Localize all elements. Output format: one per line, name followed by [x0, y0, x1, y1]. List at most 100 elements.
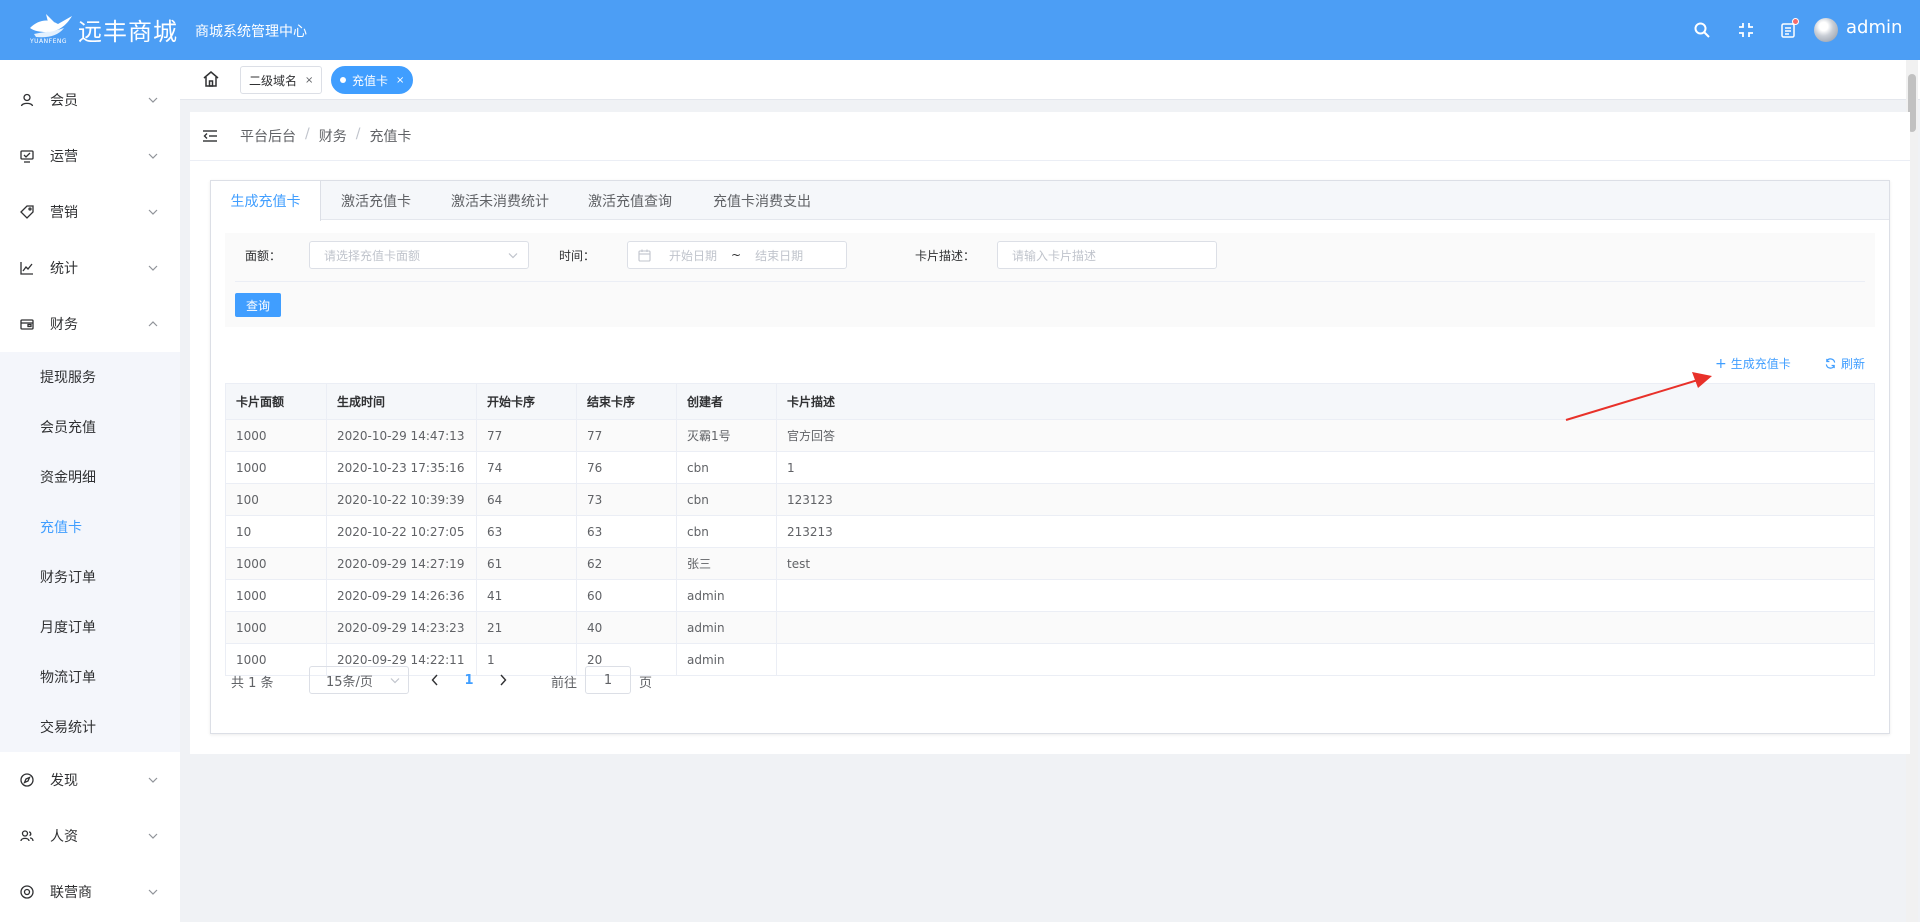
next-page-button[interactable] [489, 666, 517, 694]
table-cell: cbn [677, 484, 777, 515]
sidebar-item-statistics[interactable]: 统计 [0, 240, 180, 296]
date-range-picker[interactable]: 开始日期 ~ 结束日期 [627, 241, 847, 269]
sidebar-item-label: 会员 [50, 93, 78, 109]
table-row[interactable]: 1000 2020-09-29 14:26:36 41 60 admin [226, 580, 1874, 612]
table-cell: 1000 [226, 580, 327, 611]
end-date-placeholder[interactable]: 结束日期 [755, 247, 803, 264]
table-cell: admin [677, 612, 777, 643]
description-input[interactable]: 请输入卡片描述 [997, 241, 1217, 269]
sidebar-subitem-finance-order[interactable]: 财务订单 [0, 552, 180, 602]
table-cell: test [787, 556, 811, 571]
goto-prefix: 前往 [551, 676, 578, 691]
username[interactable]: admin [1846, 17, 1902, 38]
chevron-down-icon [148, 889, 158, 895]
home-icon[interactable] [202, 70, 220, 88]
sidebar-subitem-withdraw[interactable]: 提现服务 [0, 352, 180, 402]
sidebar-toggle-icon[interactable] [202, 128, 218, 144]
sidebar-subitem-label: 会员充值 [40, 420, 96, 436]
chevron-left-icon [431, 674, 438, 686]
sidebar-item-marketing[interactable]: 营销 [0, 184, 180, 240]
prev-page-button[interactable] [421, 666, 449, 694]
table-cell: 63 [577, 516, 677, 547]
chevron-down-icon [148, 833, 158, 839]
table-row[interactable]: 10 2020-10-22 10:27:05 63 63 cbn 213213 [226, 516, 1874, 548]
sidebar-subitem-recharge-card[interactable]: 充值卡 [0, 502, 180, 552]
fullscreen-icon[interactable] [1736, 20, 1756, 40]
sidebar-subitem-fund-detail[interactable]: 资金明细 [0, 452, 180, 502]
table-cell: 64 [477, 484, 577, 515]
table-cell: 10 [226, 516, 327, 547]
chevron-down-icon [148, 777, 158, 783]
annotation-arrow-icon [1565, 372, 1712, 421]
calendar-icon [638, 249, 651, 262]
tab-generate-card[interactable]: 生成充值卡 [211, 181, 321, 221]
page-size-select[interactable]: 15条/页 [309, 666, 409, 694]
table-cell: 2020-09-29 14:27:19 [327, 548, 477, 579]
tag-label: 充值卡 [352, 73, 389, 88]
page-number[interactable]: 1 [455, 666, 483, 694]
refresh-button[interactable]: 刷新 [1825, 355, 1865, 372]
table-row[interactable]: 100 2020-10-22 10:39:39 64 73 cbn 123123 [226, 484, 1874, 516]
sidebar-item-label: 统计 [50, 261, 78, 277]
table-cell [777, 612, 1874, 643]
tags-view-bar: 二级域名 × 充值卡 × [180, 60, 1920, 100]
chevron-down-icon [390, 678, 400, 684]
column-header: 开始卡序 [477, 384, 577, 419]
partner-icon [20, 885, 34, 899]
column-header: 卡片面额 [226, 384, 327, 419]
sidebar-item-hr[interactable]: 人资 [0, 808, 180, 864]
sidebar-subitem-label: 物流订单 [40, 670, 96, 686]
sidebar-subitem-logistics-order[interactable]: 物流订单 [0, 652, 180, 702]
notification-icon[interactable] [1778, 18, 1799, 40]
table-cell: 1000 [226, 420, 327, 451]
table-cell: admin [677, 580, 777, 611]
sidebar-subitem-member-recharge[interactable]: 会员充值 [0, 402, 180, 452]
sidebar-subitem-trade-stats[interactable]: 交易统计 [0, 702, 180, 752]
logo[interactable]: YUANFENG 远丰商城 [28, 10, 178, 48]
table-cell: 2020-09-29 14:23:23 [327, 612, 477, 643]
table-row[interactable]: 1000 2020-09-29 14:23:23 21 40 admin [226, 612, 1874, 644]
sidebar-item-operation[interactable]: 运营 [0, 128, 180, 184]
table-cell: 1000 [226, 612, 327, 643]
table-cell: 张三 [677, 548, 777, 579]
tab-activated-unspent-stats[interactable]: 激活未消费统计 [451, 181, 549, 220]
tab-activate-card[interactable]: 激活充值卡 [341, 181, 411, 220]
close-icon[interactable]: × [305, 75, 313, 86]
sidebar-item-discover[interactable]: 发现 [0, 752, 180, 808]
logo-subtext: YUANFENG [30, 38, 68, 45]
table-cell: 灭霸1号 [677, 420, 777, 451]
generate-card-button[interactable]: + 生成充值卡 [1715, 355, 1791, 372]
table-cell: 40 [577, 612, 677, 643]
amount-select[interactable]: 请选择充值卡面额 [309, 241, 529, 269]
sidebar-item-finance[interactable]: 财务 [0, 296, 180, 352]
table-row[interactable]: 1000 2020-09-29 14:27:19 61 62 张三 test [226, 548, 1874, 580]
logo-bird-icon: YUANFENG [28, 10, 76, 48]
sidebar-item-partner[interactable]: 联营商 [0, 864, 180, 920]
tab-consumption-expense[interactable]: 充值卡消费支出 [713, 181, 811, 220]
chart-line-icon [20, 261, 34, 275]
start-date-placeholder[interactable]: 开始日期 [669, 247, 717, 264]
divider [190, 160, 1910, 161]
date-range-separator: ~ [731, 248, 742, 262]
table-row[interactable]: 1000 2020-10-23 17:35:16 74 76 cbn 1 [226, 452, 1874, 484]
table-row[interactable]: 1000 2020-10-29 14:47:13 77 77 灭霸1号 官方回答 [226, 420, 1874, 452]
avatar[interactable] [1814, 18, 1838, 42]
breadcrumb-item[interactable]: 财务 [319, 126, 347, 146]
table-cell [777, 580, 1874, 611]
query-button[interactable]: 查询 [235, 293, 281, 317]
tab-activation-query[interactable]: 激活充值查询 [588, 181, 672, 220]
close-icon[interactable]: × [396, 75, 404, 86]
table-cell: 100 [226, 484, 327, 515]
goto-page-input[interactable]: 1 [585, 666, 631, 694]
search-icon[interactable] [1692, 20, 1712, 40]
sidebar-item-label: 营销 [50, 205, 78, 221]
sidebar-subitem-monthly-order[interactable]: 月度订单 [0, 602, 180, 652]
tag-recharge-card[interactable]: 充值卡 × [331, 66, 414, 94]
tag-subdomain[interactable]: 二级域名 × [240, 66, 323, 94]
sidebar-item-label: 运营 [50, 149, 78, 165]
table-cell: 63 [477, 516, 577, 547]
tab-label: 生成充值卡 [230, 194, 301, 210]
breadcrumb-item[interactable]: 平台后台 [240, 126, 296, 146]
main-panel: 平台后台 / 财务 / 充值卡 生成充值卡 激活充值卡 激活未消费统计 激活充值… [190, 112, 1910, 754]
sidebar-item-member[interactable]: 会员 [0, 72, 180, 128]
